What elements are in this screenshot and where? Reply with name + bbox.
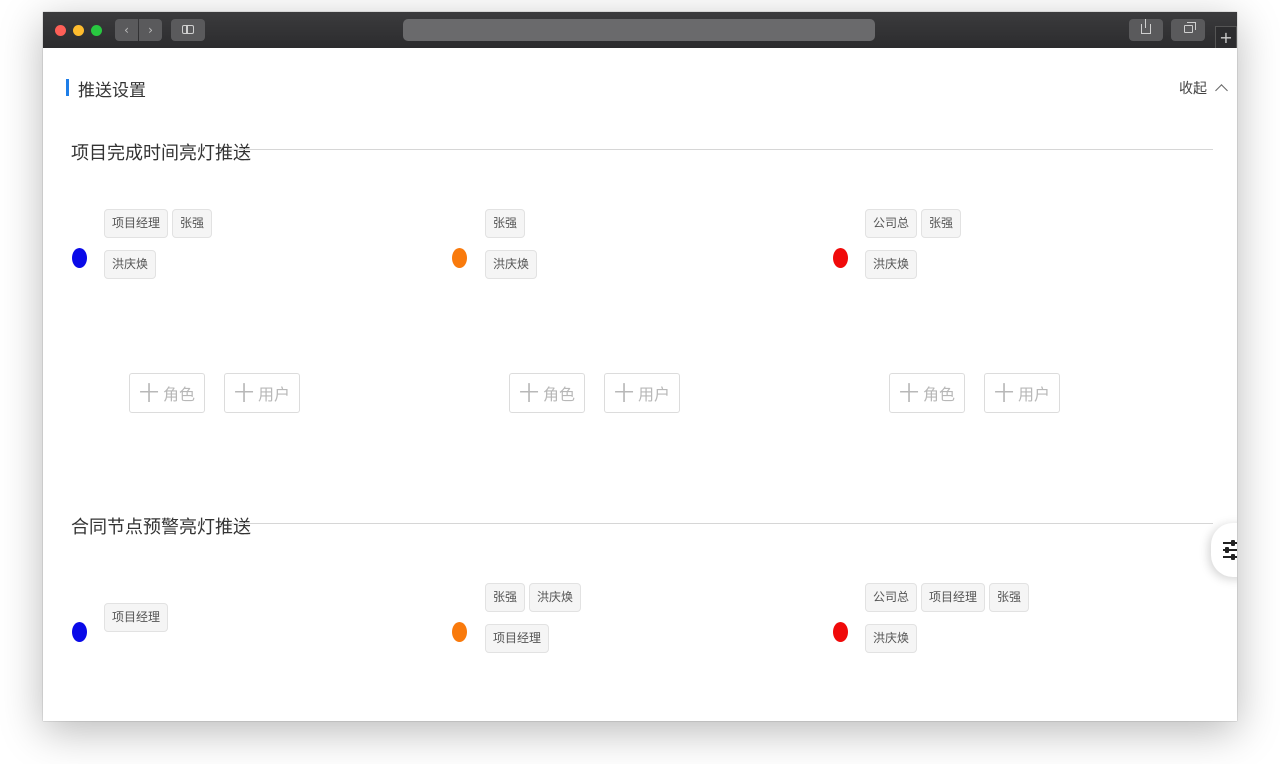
add-role-button[interactable]: 十角色: [129, 373, 205, 413]
tag-row: 项目经理 张强: [104, 209, 424, 238]
section-title: 合同节点预警亮灯推送: [71, 517, 251, 538]
light-indicator: [452, 248, 467, 268]
add-user-label: 用户: [257, 385, 290, 404]
recipient-tag[interactable]: 洪庆焕: [485, 250, 538, 279]
add-role-label: 角色: [922, 385, 955, 404]
add-role-label: 角色: [162, 385, 195, 404]
recipient-tag[interactable]: 项目经理: [104, 603, 169, 632]
minimize-window-button[interactable]: [73, 25, 84, 36]
tag-row: 洪庆焕: [485, 250, 805, 279]
tabs-icon: [1184, 22, 1196, 33]
add-user-label: 用户: [1017, 385, 1050, 404]
recipient-tag[interactable]: 张强: [485, 583, 526, 612]
zoom-window-button[interactable]: [91, 25, 102, 36]
recipient-tag[interactable]: 项目经理: [485, 624, 550, 653]
recipient-tag[interactable]: 张强: [485, 209, 526, 238]
plus-icon: 十: [233, 381, 254, 405]
plus-icon: 十: [993, 381, 1014, 405]
add-user-button[interactable]: 十用户: [984, 373, 1060, 413]
light-indicator: [452, 622, 467, 642]
tag-row: 公司总 张强: [865, 209, 1185, 238]
chevron-up-icon: [1215, 84, 1228, 97]
page-title: 推送设置: [78, 81, 146, 101]
add-role-button[interactable]: 十角色: [509, 373, 585, 413]
collapse-toggle[interactable]: 收起: [1179, 78, 1228, 98]
plus-icon: 十: [518, 381, 539, 405]
light-indicator: [72, 248, 87, 268]
tag-row: 洪庆焕: [104, 250, 424, 279]
close-window-button[interactable]: [55, 25, 66, 36]
recipient-tag[interactable]: 项目经理: [104, 209, 169, 238]
new-tab-button[interactable]: +: [1215, 26, 1237, 48]
show-tabs-button[interactable]: [1171, 19, 1205, 41]
recipient-tag[interactable]: 张强: [989, 583, 1030, 612]
tag-group: 公司总 项目经理 张强 洪庆焕: [865, 583, 1185, 665]
tag-row: 张强: [485, 209, 805, 238]
tag-row: 公司总 项目经理 张强: [865, 583, 1185, 612]
tag-group: 公司总 张强 洪庆焕: [865, 209, 1185, 291]
sidebar-toggle-icon: [182, 25, 194, 34]
settings-float-button[interactable]: [1211, 523, 1237, 577]
section-divider: [229, 523, 1213, 524]
light-indicator: [833, 248, 848, 268]
recipient-tag[interactable]: 公司总: [865, 209, 918, 238]
plus-icon: 十: [898, 381, 919, 405]
recipient-tag[interactable]: 洪庆焕: [529, 583, 582, 612]
tag-group: 张强 洪庆焕: [485, 209, 805, 291]
collapse-label: 收起: [1179, 81, 1207, 97]
light-indicator: [72, 622, 87, 642]
section-divider: [229, 149, 1213, 150]
tag-row: 项目经理: [104, 603, 424, 632]
address-bar[interactable]: [403, 19, 875, 41]
tag-row: 张强 洪庆焕: [485, 583, 805, 612]
tag-group: 项目经理 张强 洪庆焕: [104, 209, 424, 291]
add-role-label: 角色: [542, 385, 575, 404]
share-icon: [1141, 19, 1151, 34]
back-button[interactable]: ‹: [115, 19, 138, 41]
recipient-tag[interactable]: 项目经理: [921, 583, 986, 612]
recipient-tag[interactable]: 公司总: [865, 583, 918, 612]
tag-group: 项目经理: [104, 603, 424, 644]
add-user-label: 用户: [637, 385, 670, 404]
tag-row: 洪庆焕: [865, 250, 1185, 279]
recipient-tag[interactable]: 洪庆焕: [865, 250, 918, 279]
browser-window: ‹ › + 推送设置 收起 项目完成时间亮灯推送 项目经理 张强 洪庆焕 张强 洪庆焕…: [43, 12, 1237, 721]
add-user-button[interactable]: 十用户: [604, 373, 680, 413]
recipient-tag[interactable]: 洪庆焕: [865, 624, 918, 653]
add-role-button[interactable]: 十角色: [889, 373, 965, 413]
plus-icon: 十: [138, 381, 159, 405]
title-accent-bar: [66, 79, 69, 96]
sidebar-toggle-button[interactable]: [171, 19, 205, 41]
recipient-tag[interactable]: 张强: [921, 209, 962, 238]
recipient-tag[interactable]: 张强: [172, 209, 213, 238]
tag-group: 张强 洪庆焕项目经理: [485, 583, 805, 665]
forward-button[interactable]: ›: [139, 19, 162, 41]
plus-icon: 十: [613, 381, 634, 405]
browser-toolbar: ‹ › +: [43, 12, 1237, 48]
light-indicator: [833, 622, 848, 642]
share-button[interactable]: [1129, 19, 1163, 41]
add-user-button[interactable]: 十用户: [224, 373, 300, 413]
section-title: 项目完成时间亮灯推送: [71, 143, 251, 164]
recipient-tag[interactable]: 洪庆焕: [104, 250, 157, 279]
tag-row: 洪庆焕: [865, 624, 1185, 653]
tag-row: 项目经理: [485, 624, 805, 653]
page-content: 推送设置 收起 项目完成时间亮灯推送 项目经理 张强 洪庆焕 张强 洪庆焕 公司总 张强…: [43, 48, 1237, 721]
